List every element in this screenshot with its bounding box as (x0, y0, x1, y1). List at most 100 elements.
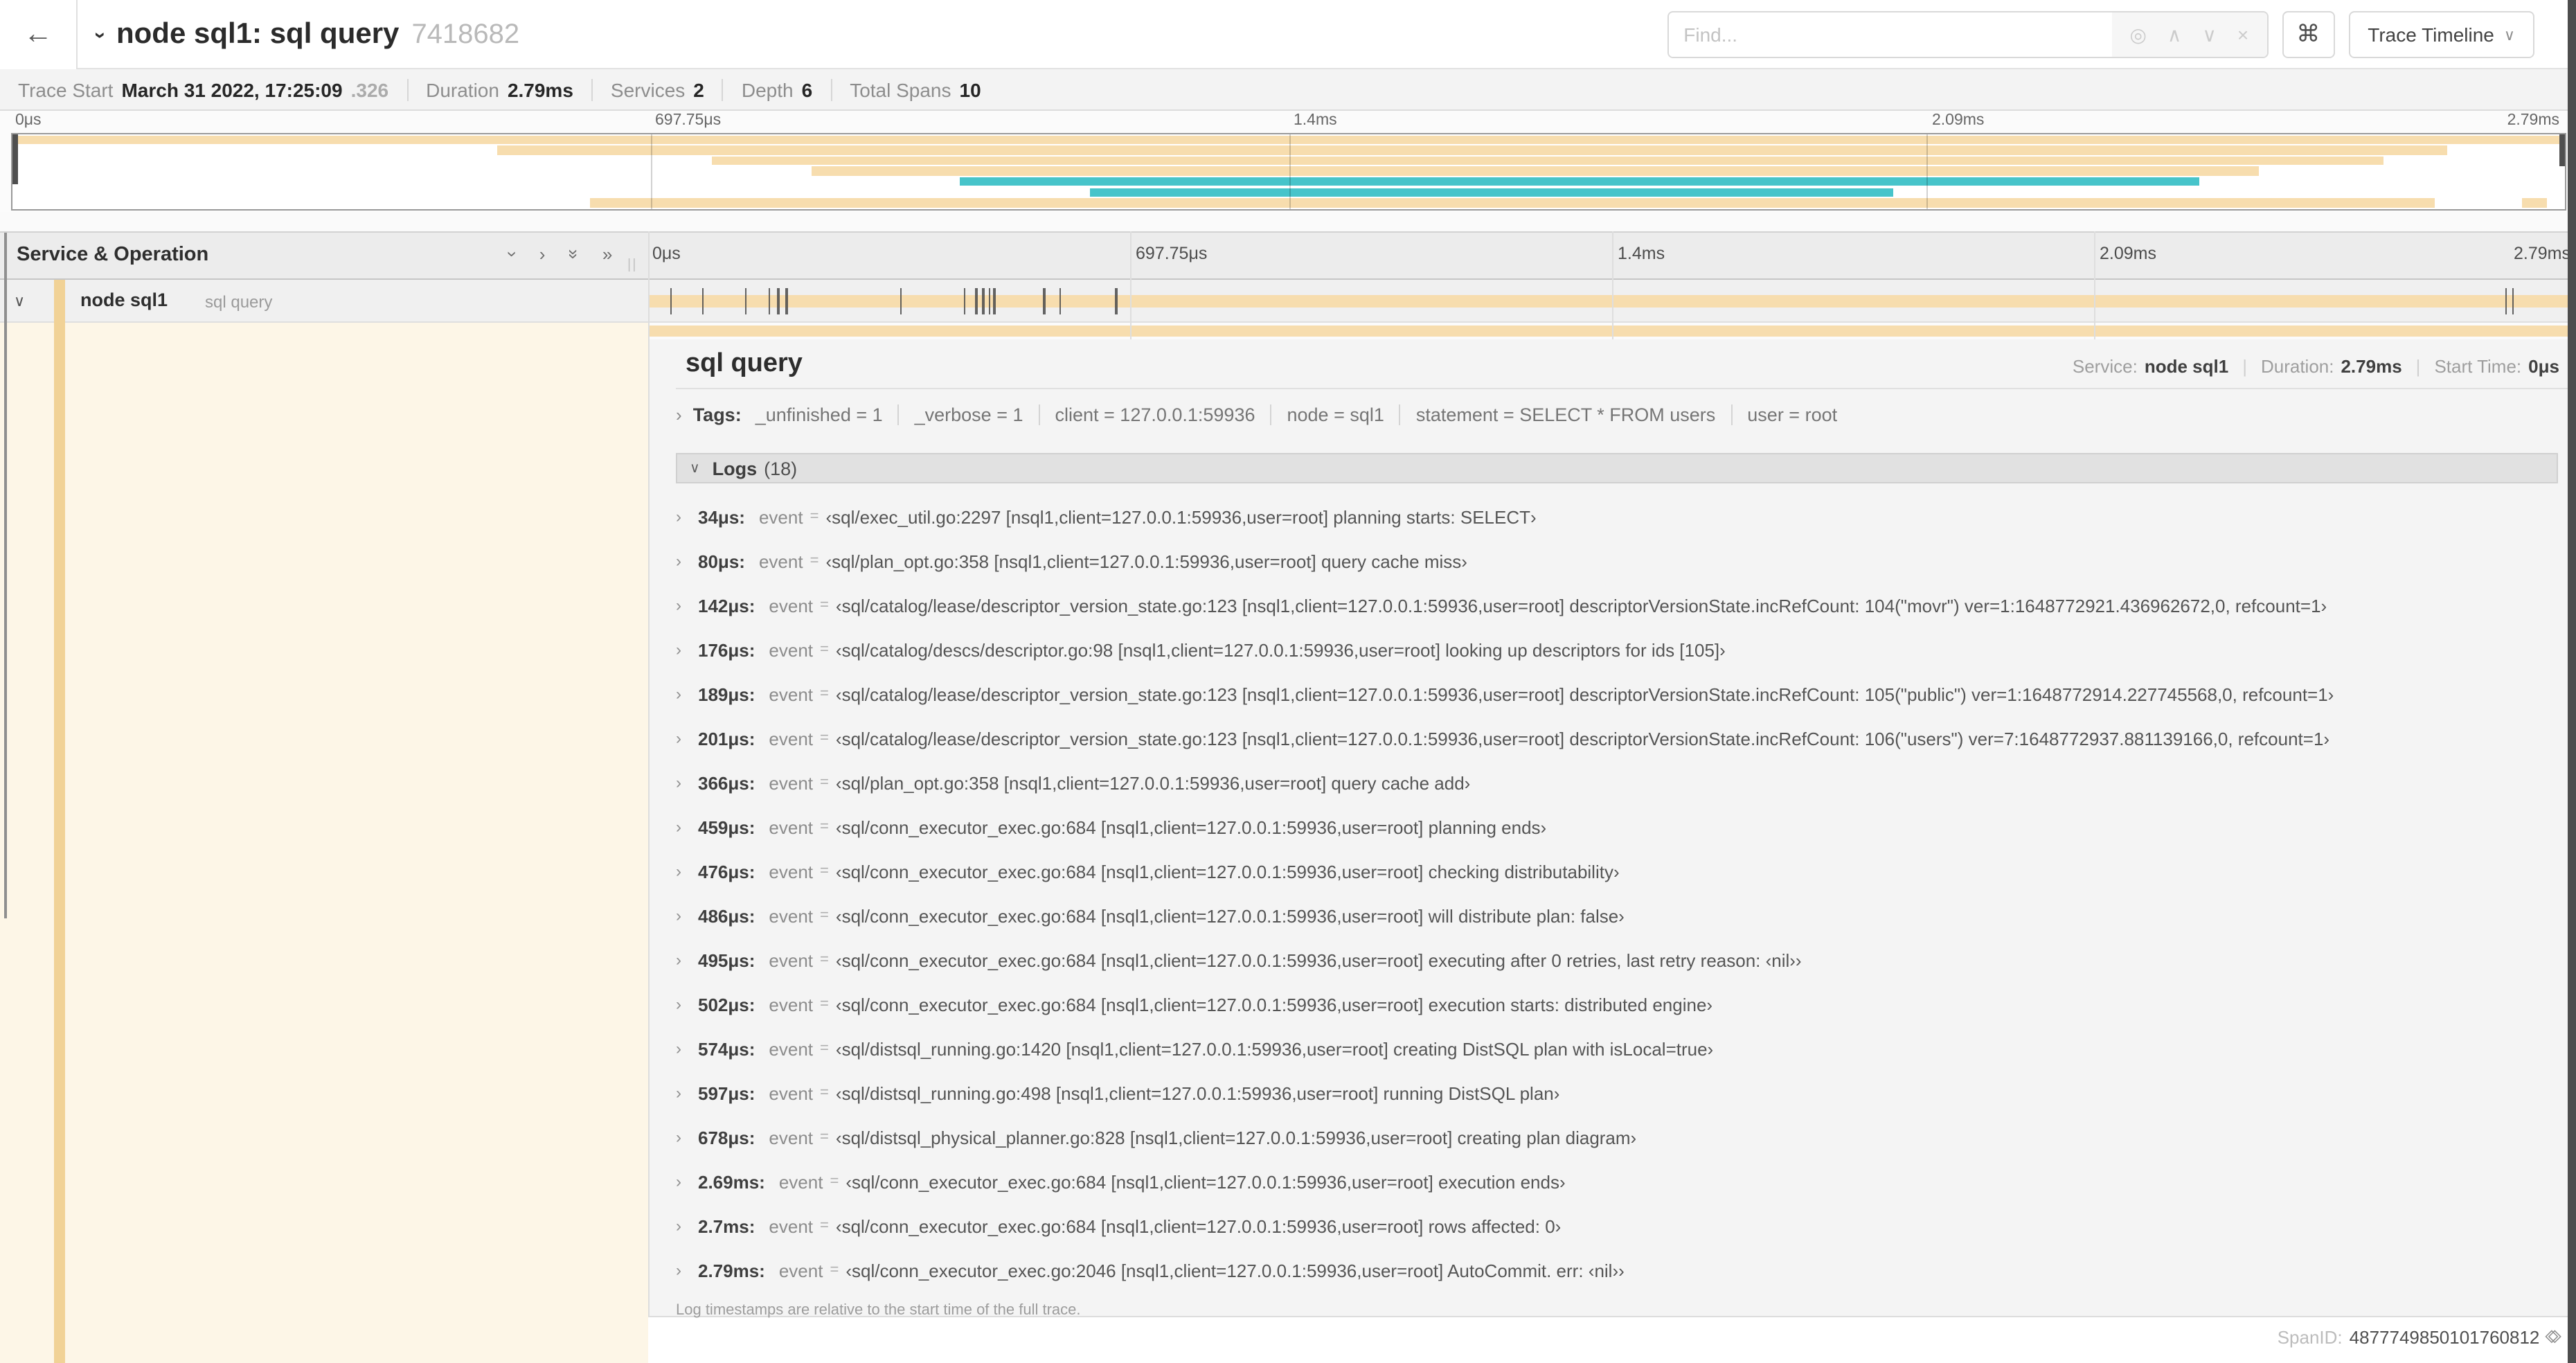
start-time-value: 0μs (2528, 356, 2559, 377)
log-row[interactable]: › 502μs: event = ‹sql/conn_executor_exec.go:… (676, 982, 2576, 1026)
log-row[interactable]: › 574μs: event = ‹sql/distsql_running.go:142… (676, 1026, 2576, 1071)
span-timeline-bar-area[interactable] (648, 280, 2576, 323)
logs-count: (18) (764, 458, 798, 479)
trace-title-area: › node sql1: sql query 7418682 (89, 0, 519, 69)
log-row[interactable]: › 142μs: event = ‹sql/catalog/lease/descript… (676, 583, 2576, 627)
chevron-right-icon[interactable]: › (676, 640, 698, 659)
log-message: ‹sql/plan_opt.go:358 [nsql1,client=127.0… (825, 551, 1467, 571)
collapse-one-icon[interactable]: › (502, 244, 523, 265)
child-span-row-partial[interactable] (648, 323, 2576, 339)
chevron-right-icon[interactable]: › (676, 1172, 698, 1191)
log-field-name: event (769, 1215, 814, 1236)
minimap-span-bar (811, 166, 2259, 176)
minimap-right-drag-handle[interactable] (2559, 134, 2565, 166)
expand-one-icon[interactable]: › (539, 244, 546, 265)
clear-icon[interactable]: × (2237, 24, 2248, 46)
log-marker-tick (964, 288, 966, 314)
equals-sign: = (820, 1218, 829, 1234)
log-row[interactable]: › 486μs: event = ‹sql/conn_executor_exec.go:… (676, 893, 2576, 938)
minimap-gridline (1926, 134, 1929, 209)
trace-meta-bar: Trace Start March 31 2022, 17:25:09.326 … (0, 69, 2576, 111)
span-list-left-column (0, 323, 648, 1363)
find-suffix-icons: ◎ ∧ ∨ × (2111, 12, 2267, 57)
span-duration-bar[interactable] (648, 295, 2573, 308)
prev-match-icon[interactable]: ∧ (2167, 23, 2182, 46)
log-timestamp: 34μs: (698, 506, 745, 527)
back-button[interactable]: ← (0, 0, 78, 69)
chevron-right-icon[interactable]: › (676, 729, 698, 748)
minimap-tick-label: 0μs (15, 112, 42, 129)
link-icon[interactable]: ⧉ (2541, 1324, 2566, 1349)
trace-start-fraction: .326 (350, 78, 389, 100)
chevron-right-icon[interactable]: › (676, 773, 698, 792)
chevron-right-icon[interactable]: › (676, 1216, 698, 1236)
left-scrollbar[interactable] (4, 233, 7, 918)
minimap-tick-labels: 0μs 697.75μs 1.4ms 2.09ms 2.79ms (11, 111, 2565, 133)
keyboard-shortcuts-button[interactable]: ⌘ (2282, 11, 2335, 58)
minimap-canvas[interactable] (11, 133, 2566, 211)
log-row[interactable]: › 201μs: event = ‹sql/catalog/lease/descript… (676, 716, 2576, 760)
log-field-name: event (769, 639, 814, 660)
log-row[interactable]: › 597μs: event = ‹sql/distsql_running.go:498… (676, 1071, 2576, 1115)
view-dropdown-button[interactable]: Trace Timeline ∨ (2348, 11, 2534, 58)
chevron-right-icon[interactable]: › (676, 596, 698, 615)
chevron-right-icon[interactable]: › (676, 1128, 698, 1147)
chevron-right-icon[interactable]: › (676, 906, 698, 925)
log-row[interactable]: › 2.79ms: event = ‹sql/conn_executor_exec.go… (676, 1248, 2576, 1292)
log-timestamp: 80μs: (698, 551, 745, 571)
log-row[interactable]: › 34μs: event = ‹sql/exec_util.go:2297 [nsql… (676, 495, 2576, 539)
chevron-down-icon[interactable]: › (89, 23, 112, 46)
log-message: ‹sql/catalog/lease/descriptor_version_st… (835, 684, 2334, 704)
chevron-right-icon[interactable]: › (676, 862, 698, 881)
next-match-icon[interactable]: ∨ (2202, 23, 2217, 46)
duration-label: Duration (426, 78, 499, 100)
equals-sign: = (820, 730, 829, 747)
depth-value: 6 (801, 78, 813, 100)
depth-label: Depth (741, 78, 794, 100)
chevron-right-icon[interactable]: › (676, 1083, 698, 1103)
log-row[interactable]: › 476μs: event = ‹sql/conn_executor_exec.go:… (676, 849, 2576, 893)
locate-icon[interactable]: ◎ (2129, 23, 2146, 46)
log-row[interactable]: › 176μs: event = ‹sql/catalog/descs/descript… (676, 627, 2576, 672)
chevron-right-icon[interactable]: › (676, 995, 698, 1014)
log-field-name: event (769, 772, 814, 793)
log-message: ‹sql/conn_executor_exec.go:684 [nsql1,cl… (835, 1215, 1562, 1236)
find-input[interactable] (1668, 12, 2112, 57)
collapse-all-icon[interactable]: » (564, 244, 584, 265)
log-timestamp: 201μs: (698, 728, 755, 749)
top-bar: ← › node sql1: sql query 7418682 ◎ ∧ ∨ ×… (0, 0, 2576, 69)
log-row[interactable]: › 678μs: event = ‹sql/distsql_physical_plann… (676, 1115, 2576, 1159)
chevron-right-icon[interactable]: › (676, 404, 682, 425)
log-row[interactable]: › 2.69ms: event = ‹sql/conn_executor_exec.go… (676, 1159, 2576, 1204)
log-row[interactable]: › 2.7ms: event = ‹sql/conn_executor_exec.go:… (676, 1204, 2576, 1248)
minimap-left-drag-handle[interactable] (12, 134, 18, 184)
chevron-right-icon[interactable]: › (676, 1039, 698, 1058)
logs-section-header[interactable]: ∨ Logs (18) (676, 453, 2558, 483)
log-row[interactable]: › 495μs: event = ‹sql/conn_executor_exec.go:… (676, 938, 2576, 982)
log-field-name: event (769, 1083, 814, 1103)
divider: | (2415, 356, 2421, 377)
chevron-right-icon[interactable]: › (676, 950, 698, 970)
log-row[interactable]: › 189μs: event = ‹sql/catalog/lease/descript… (676, 672, 2576, 716)
span-row[interactable]: ∨ node sql1 sql query (0, 280, 2576, 323)
chevron-down-icon: ∨ (2503, 27, 2515, 44)
column-divider[interactable] (648, 231, 650, 1317)
log-row[interactable]: › 459μs: event = ‹sql/conn_executor_exec.go:… (676, 805, 2576, 849)
column-resize-grip[interactable]: || (627, 258, 637, 273)
chevron-right-icon[interactable]: › (676, 507, 698, 526)
log-marker-tick (993, 288, 996, 314)
log-field-name: event (769, 1038, 814, 1059)
expand-all-icon[interactable]: » (602, 244, 612, 265)
chevron-right-icon[interactable]: › (676, 817, 698, 837)
trace-minimap: 0μs 697.75μs 1.4ms 2.09ms 2.79ms (0, 111, 2576, 212)
page-scrollbar[interactable] (2568, 0, 2576, 1363)
chevron-right-icon[interactable]: › (676, 684, 698, 704)
chevron-right-icon[interactable]: › (676, 1260, 698, 1280)
log-row[interactable]: › 80μs: event = ‹sql/plan_opt.go:358 [nsql1,… (676, 539, 2576, 583)
chevron-right-icon[interactable]: › (676, 551, 698, 571)
log-row[interactable]: › 366μs: event = ‹sql/plan_opt.go:358 [nsql1… (676, 760, 2576, 805)
chevron-down-icon[interactable]: ∨ (14, 292, 25, 310)
tags-label: Tags: (692, 404, 742, 425)
tags-row[interactable]: › Tags: _unfinished = 1 _verbose = 1 clien… (676, 389, 2576, 440)
equals-sign: = (820, 597, 829, 614)
